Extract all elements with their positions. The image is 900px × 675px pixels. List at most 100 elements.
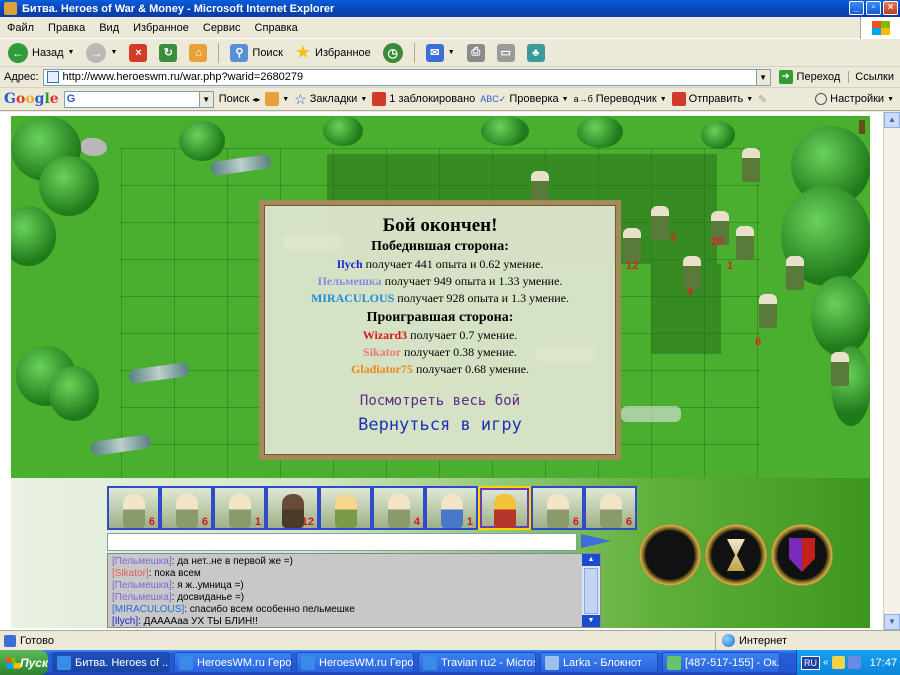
go-label: Переход [796,71,841,83]
google-search-input[interactable]: G ▼ [63,90,214,108]
tray-expand-icon[interactable]: « [823,657,829,668]
unit-portrait[interactable]: 6 [584,486,637,530]
taskbar-item[interactable]: Битва. Heroes of ... [52,652,170,673]
winner-name[interactable]: Ilych [337,257,363,271]
google-search-button[interactable]: Поиск ◂▸ [219,93,261,105]
messenger-button[interactable]: ♣ [523,42,549,64]
taskbar-item[interactable]: Travian ru2 - Micros... [418,652,536,673]
clock: 17:47 [869,656,898,669]
scroll-up-icon[interactable]: ▲ [884,112,900,128]
loser-name[interactable]: Sikator [363,345,401,359]
scroll-down-icon[interactable]: ▼ [582,615,600,627]
translate-button[interactable]: a→б Переводчик ▼ [574,93,667,105]
forward-button[interactable]: → ▼ [82,41,121,65]
taskbar-item[interactable]: HeroesWM.ru Геро... [174,652,292,673]
send-to-button[interactable]: Отправить ▼ [671,92,753,106]
winner-name[interactable]: MIRACULOUS [311,291,394,305]
unit[interactable] [623,228,641,262]
chat-message: [Ilych]: ДААААаа УХ ТЫ БЛИН!! [112,616,258,627]
favorites-button[interactable]: ★ Избранное [291,40,375,65]
go-button[interactable]: ➜ Переход [775,68,845,86]
home-button[interactable]: ⌂ [185,42,211,64]
menu-favorites[interactable]: Избранное [126,22,196,34]
unit[interactable] [683,256,701,290]
puzzle-icon [265,92,280,106]
history-button[interactable]: ◷ [379,41,407,65]
back-dropdown-icon[interactable]: ▼ [68,49,75,56]
chat-log: [Пельмешка]: да нет..не в первой же =) [… [107,553,601,628]
close-button[interactable]: × [883,1,898,15]
loser-name[interactable]: Gladiator75 [351,362,413,376]
spellcheck-button[interactable]: ABC✓ Проверка ▼ [480,93,568,105]
google-search-dropdown-icon[interactable]: ▼ [198,91,213,107]
tree [481,116,529,146]
google-pencil-button[interactable]: ✎ [758,93,767,106]
unit[interactable] [786,256,804,290]
language-indicator[interactable]: RU [801,655,820,670]
tray-app-icon[interactable] [831,656,845,669]
unit-portrait[interactable]: 12 [266,486,319,530]
address-dropdown-icon[interactable]: ▼ [755,69,770,85]
unit-portrait[interactable]: 6 [107,486,160,530]
mail-button[interactable]: ✉ ▼ [422,42,459,64]
unit-portrait[interactable]: 6 [160,486,213,530]
scroll-up-icon[interactable]: ▲ [582,554,600,566]
return-to-game-link[interactable]: Вернуться в игру [264,415,616,435]
maximize-button[interactable]: ▫ [866,1,881,15]
unit-portrait[interactable]: 1 [425,486,478,530]
google-logo[interactable]: Google [4,91,59,107]
unit-portrait[interactable]: 1 [213,486,266,530]
unit[interactable] [831,352,849,386]
refresh-button[interactable]: ↻ [155,42,181,64]
unit[interactable] [742,148,760,182]
unit-portrait-selected[interactable] [478,486,531,530]
links-label[interactable]: Ссылки [848,71,894,83]
unit-portrait[interactable]: 4 [372,486,425,530]
google-settings-button[interactable]: Настройки ▼ [815,93,894,105]
menu-edit[interactable]: Правка [41,22,92,34]
chat-scroll-thumb[interactable] [584,568,598,614]
winner-line: Пельмешка получает 949 опыта и 1.33 умен… [317,274,563,288]
stop-button[interactable]: × [125,42,151,64]
page-scrollbar[interactable]: ▲ ▼ [883,112,900,630]
start-button[interactable]: Пуск [0,650,48,675]
print-button[interactable]: ⎙ [463,42,489,64]
google-bookmarks-button[interactable]: ☆ Закладки ▼ [294,91,367,108]
menu-help[interactable]: Справка [248,22,305,34]
menu-view[interactable]: Вид [92,22,126,34]
taskbar-item[interactable]: HeroesWM.ru Геро... [296,652,414,673]
taskbar-item[interactable]: Larka - Блокнот [540,652,658,673]
chat-send-button[interactable] [581,534,611,548]
chat-input[interactable] [107,533,577,551]
unit[interactable] [736,226,754,260]
unit[interactable] [759,294,777,328]
view-battle-link[interactable]: Посмотреть весь бой [264,393,616,409]
menu-tools[interactable]: Сервис [196,22,248,34]
address-input[interactable]: http://www.heroeswm.ru/war.php?warid=268… [42,68,771,86]
tree [179,121,225,161]
menu-file[interactable]: Файл [0,22,41,34]
taskbar-item[interactable]: [487-517-155] - Ок... [662,652,780,673]
google-options-button[interactable]: ▼ [265,92,289,106]
winner-line: MIRACULOUS получает 928 опыта и 1.3 умен… [310,291,570,305]
unit-portrait[interactable] [319,486,372,530]
unit[interactable] [651,206,669,240]
address-label: Адрес: [4,71,39,83]
search-button[interactable]: ⚲ Поиск [226,42,286,64]
forward-dropdown-icon[interactable]: ▼ [110,49,117,56]
minimize-button[interactable]: _ [849,1,864,15]
popup-blocker-button[interactable]: 1 заблокировано [372,92,475,106]
loser-name[interactable]: Wizard3 [363,328,407,342]
action-button-empty[interactable] [639,524,701,586]
chat-scrollbar[interactable]: ▲ ▼ [582,554,600,627]
settings-radio-icon [815,93,828,105]
unit-portrait[interactable]: 6 [531,486,584,530]
tray-app-icon[interactable] [847,656,861,669]
status-text: Готово [20,634,54,647]
scroll-down-icon[interactable]: ▼ [884,614,900,630]
winner-name[interactable]: Пельмешка [318,274,382,288]
wait-button[interactable] [705,524,767,586]
defend-button[interactable] [771,524,833,586]
back-button[interactable]: ← Назад ▼ [4,41,78,65]
edit-button[interactable]: ▭ [493,42,519,64]
